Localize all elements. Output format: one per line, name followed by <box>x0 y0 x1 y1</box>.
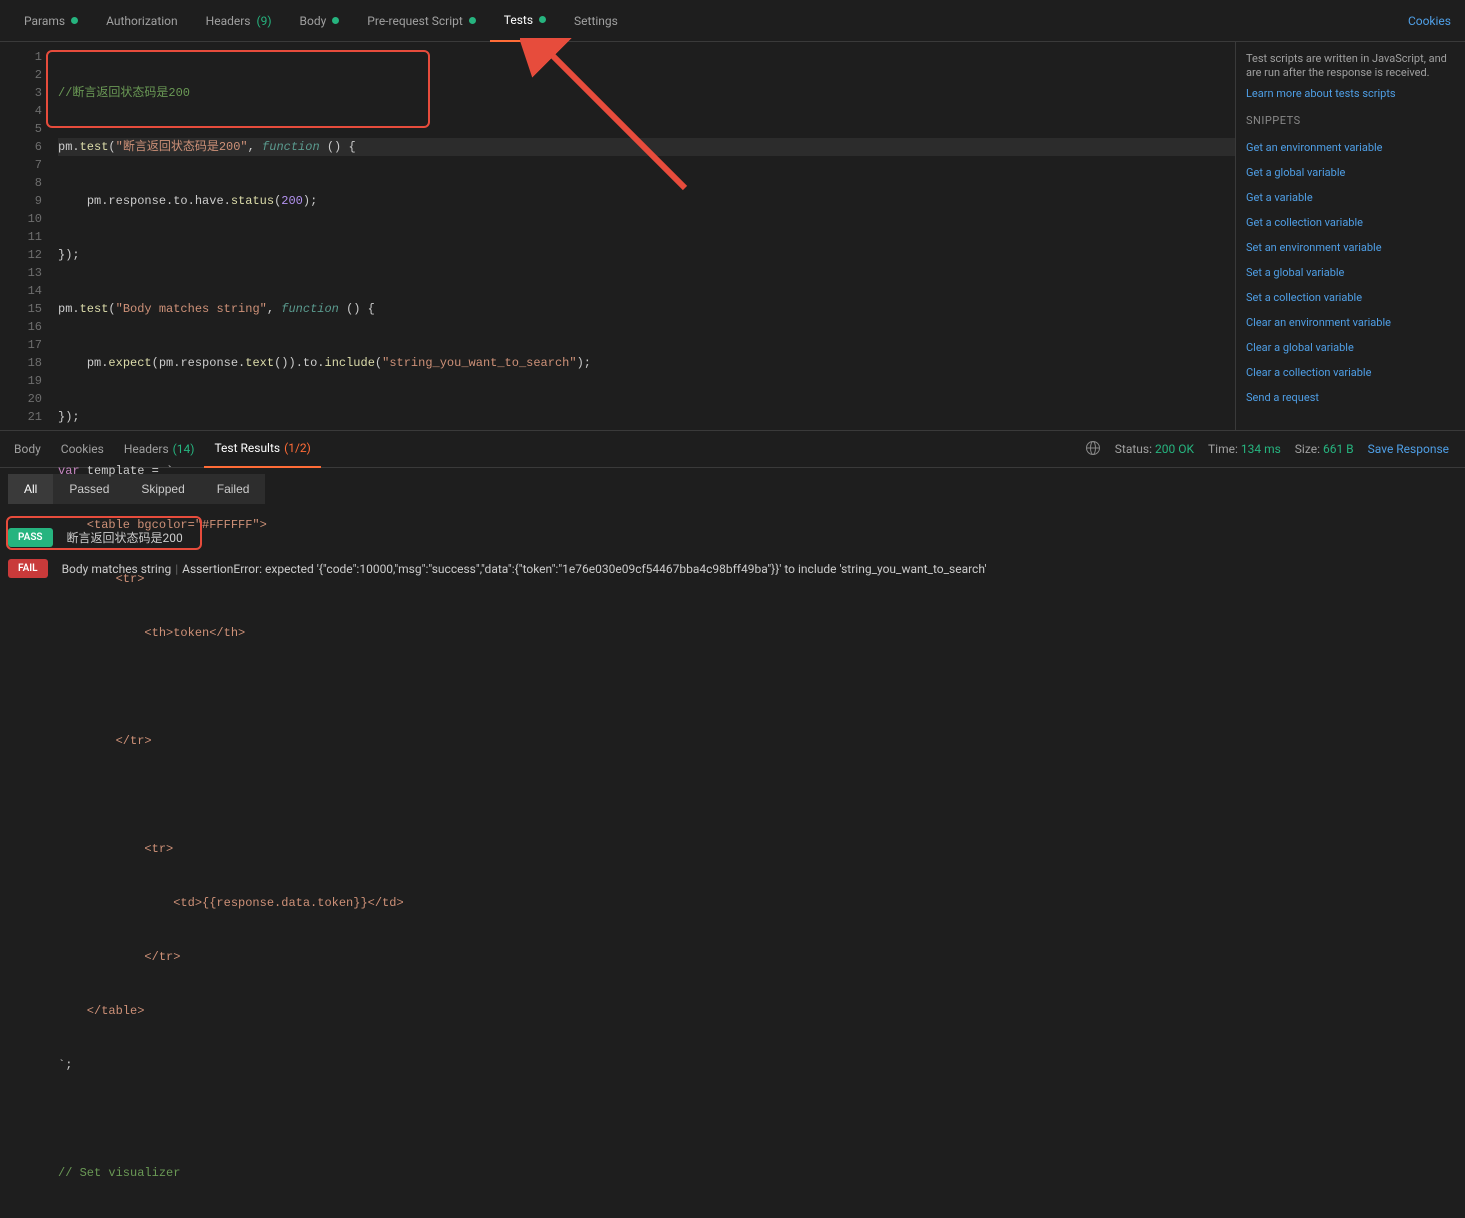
snippets-description: Test scripts are written in JavaScript, … <box>1246 52 1455 81</box>
snippet-item[interactable]: Clear an environment variable <box>1246 310 1455 335</box>
editor-container: 1 2 3 4 5 6 7 8 9 10 11 12 13 14 15 16 1… <box>0 42 1235 430</box>
fail-badge: FAIL <box>8 559 48 578</box>
code-editor[interactable]: //断言返回状态码是200 pm.test("断言返回状态码是200", fun… <box>52 42 1235 430</box>
size-value: 661 B <box>1323 442 1354 456</box>
snippet-item[interactable]: Set a global variable <box>1246 260 1455 285</box>
snippets-header: SNIPPETS <box>1246 114 1455 127</box>
snippet-item[interactable]: Clear a collection variable <box>1246 360 1455 385</box>
pass-badge: PASS <box>8 528 53 547</box>
response-tab-body[interactable]: Body <box>4 430 51 468</box>
tab-authorization[interactable]: Authorization <box>92 0 192 42</box>
line-gutter: 1 2 3 4 5 6 7 8 9 10 11 12 13 14 15 16 1… <box>0 42 52 430</box>
dot-icon <box>332 17 339 24</box>
time-value: 134 ms <box>1241 442 1281 456</box>
snippet-item[interactable]: Set an environment variable <box>1246 235 1455 260</box>
filter-all[interactable]: All <box>8 474 53 504</box>
tab-tests[interactable]: Tests <box>490 0 560 42</box>
tab-body-label: Body <box>300 14 327 28</box>
save-response-button[interactable]: Save Response <box>1368 442 1449 456</box>
snippet-item[interactable]: Set a collection variable <box>1246 285 1455 310</box>
learn-more-link[interactable]: Learn more about tests scripts <box>1246 87 1455 100</box>
request-tabs-bar: Params Authorization Headers (9) Body Pr… <box>0 0 1465 42</box>
dot-icon <box>71 17 78 24</box>
size-label: Size: <box>1295 442 1320 456</box>
tab-params[interactable]: Params <box>10 0 92 42</box>
tab-headers[interactable]: Headers (9) <box>192 0 286 42</box>
snippet-item[interactable]: Get a variable <box>1246 185 1455 210</box>
dot-icon <box>539 16 546 23</box>
cookies-link[interactable]: Cookies <box>1408 14 1451 28</box>
tab-params-label: Params <box>24 14 65 28</box>
snippet-item[interactable]: Get a collection variable <box>1246 210 1455 235</box>
tab-tests-label: Tests <box>504 13 533 27</box>
snippet-item[interactable]: Get a global variable <box>1246 160 1455 185</box>
tab-auth-label: Authorization <box>106 14 178 28</box>
tab-headers-count: (9) <box>257 14 272 28</box>
tab-body[interactable]: Body <box>286 0 354 42</box>
tab-headers-label: Headers <box>206 14 251 28</box>
main-area: 1 2 3 4 5 6 7 8 9 10 11 12 13 14 15 16 1… <box>0 42 1465 430</box>
tab-prerequest-label: Pre-request Script <box>367 14 462 28</box>
dot-icon <box>469 17 476 24</box>
tab-settings[interactable]: Settings <box>560 0 632 42</box>
tab-settings-label: Settings <box>574 14 618 28</box>
snippet-item[interactable]: Send a request <box>1246 385 1455 410</box>
snippet-item[interactable]: Clear a global variable <box>1246 335 1455 360</box>
tab-prerequest[interactable]: Pre-request Script <box>353 0 489 42</box>
snippet-item[interactable]: Get an environment variable <box>1246 135 1455 160</box>
snippets-panel: Test scripts are written in JavaScript, … <box>1235 42 1465 430</box>
